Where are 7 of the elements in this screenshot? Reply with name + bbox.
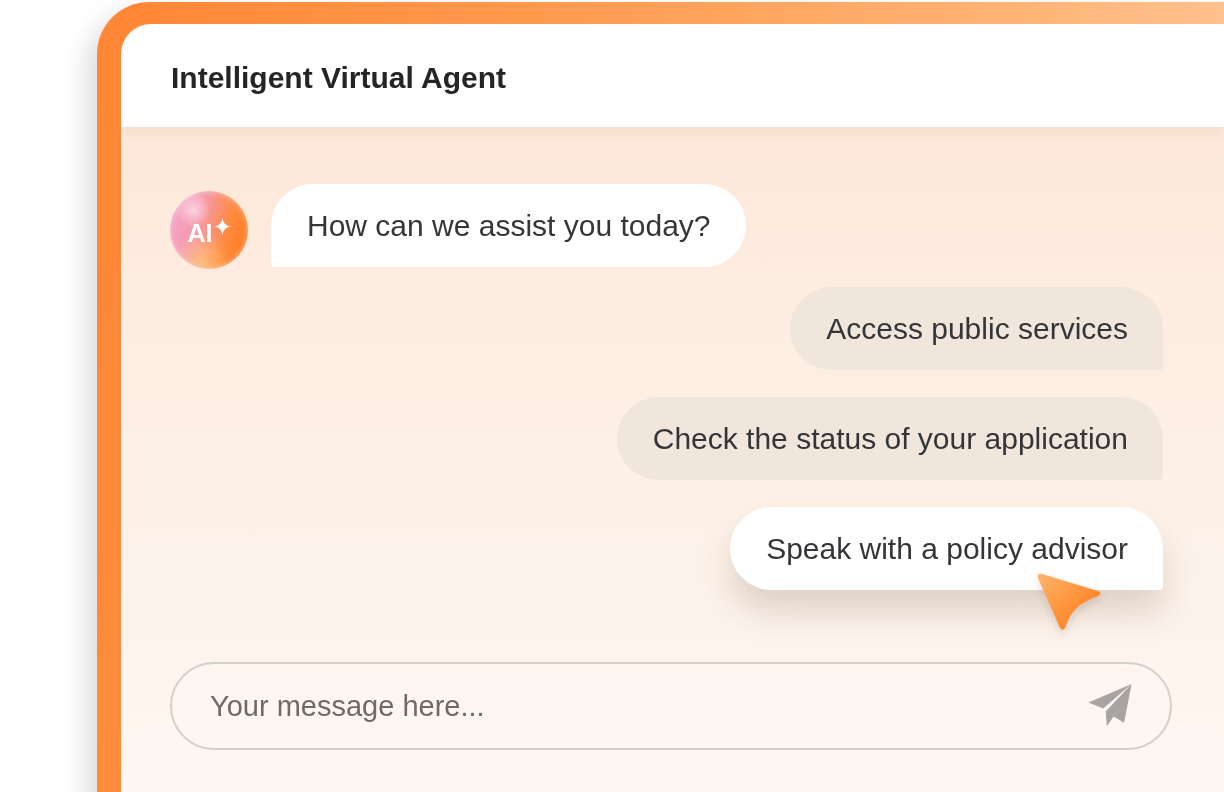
avatar-label: AI	[187, 220, 213, 246]
reply-option[interactable]: Speak with a policy advisor	[730, 507, 1163, 590]
reply-option[interactable]: Check the status of your application	[616, 397, 1163, 480]
sparkle-icon	[213, 217, 231, 235]
window-title: Intelligent Virtual Agent	[171, 60, 507, 95]
bot-message: How can we assist you today?	[271, 184, 746, 267]
reply-option[interactable]: Access public services	[790, 287, 1163, 370]
